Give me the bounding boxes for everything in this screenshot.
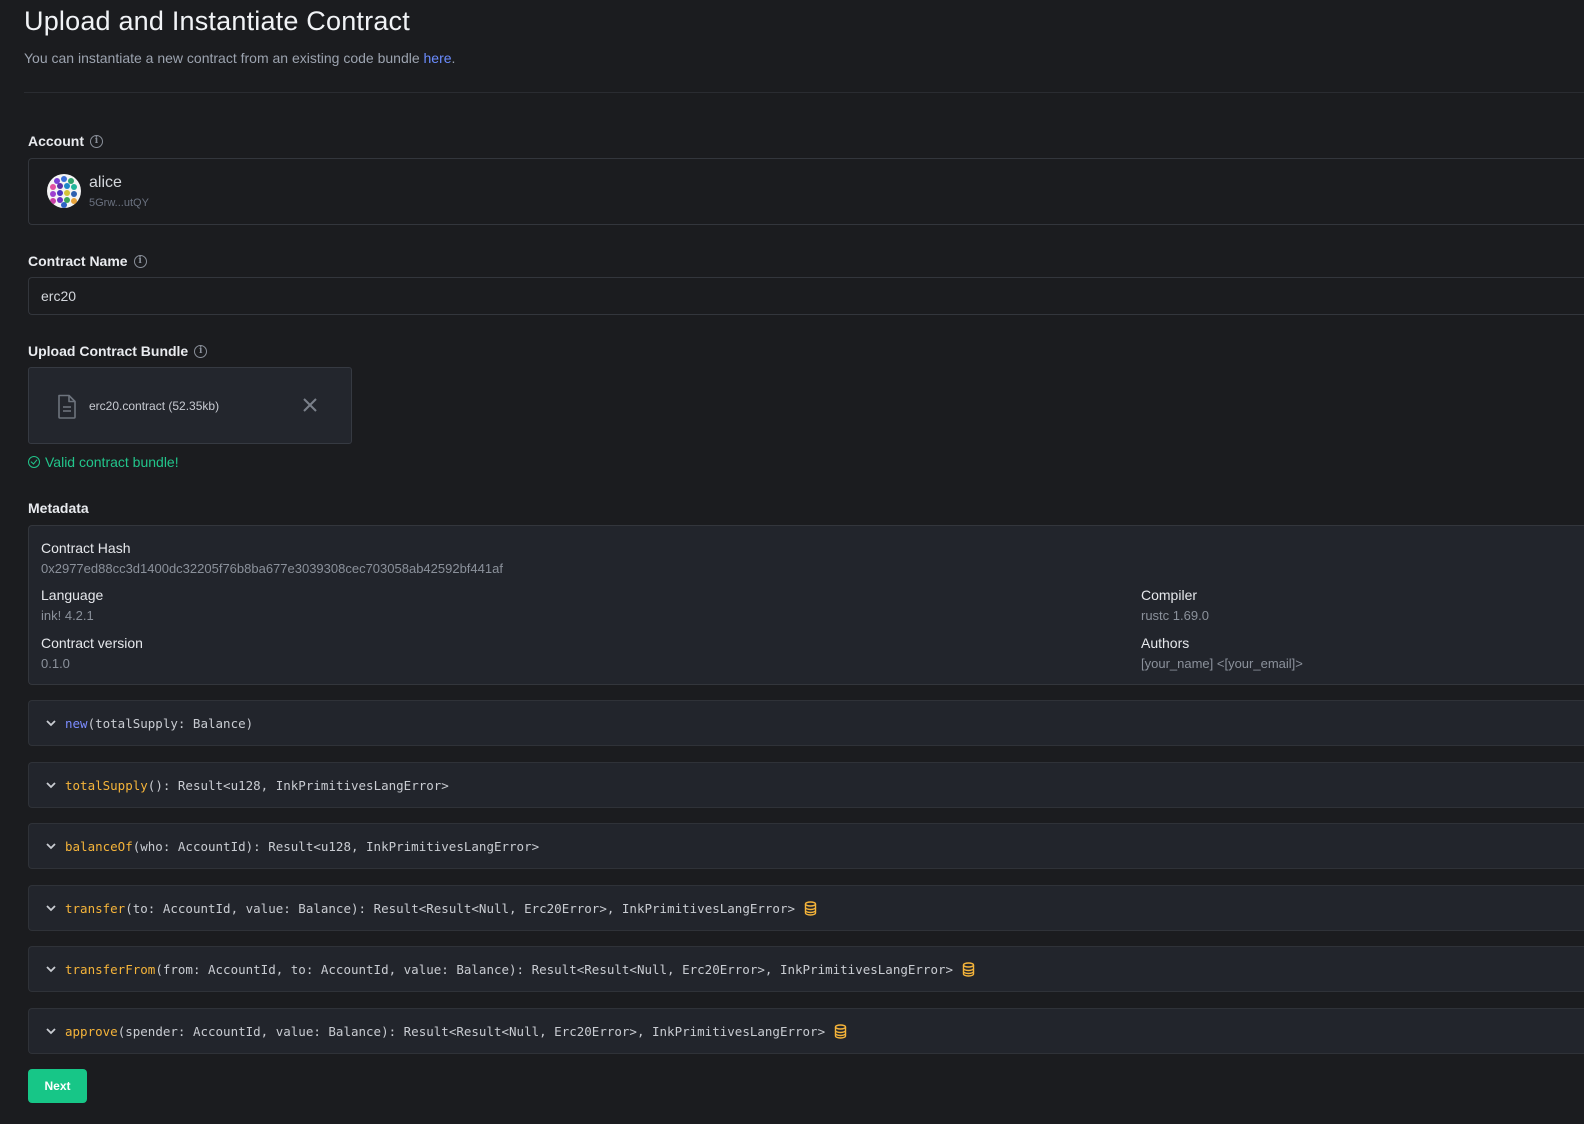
message-args: (spender: AccountId, value: Balance): Re… xyxy=(117,1023,826,1039)
check-circle-icon xyxy=(28,456,40,468)
metadata-label: Metadata xyxy=(28,500,89,516)
authors-item: Authors [your_name] <[your_email]> xyxy=(1141,635,1303,671)
message-row-balanceof[interactable]: balanceOf (who: AccountId): Result<u128, … xyxy=(28,823,1584,869)
validation-message: Valid contract bundle! xyxy=(28,454,179,470)
contract-hash-key: Contract Hash xyxy=(41,540,131,556)
info-icon[interactable]: i xyxy=(194,344,208,358)
account-label-text: Account xyxy=(28,133,84,149)
message-args: (to: AccountId, value: Balance): Result<… xyxy=(125,900,796,916)
message-args: (who: AccountId): Result<u128, InkPrimit… xyxy=(132,838,540,854)
file-name: erc20.contract (52.35kb) xyxy=(89,399,220,413)
chevron-down-icon xyxy=(46,1028,56,1035)
version-key: Contract version xyxy=(41,635,143,651)
message-row-transfer[interactable]: transfer (to: AccountId, value: Balance):… xyxy=(28,885,1584,931)
subtitle-end: . xyxy=(451,50,456,66)
authors-value: [your_name] <[your_email]> xyxy=(1141,656,1303,671)
language-item: Language ink! 4.2.1 xyxy=(41,587,103,623)
contract-name-label: Contract Name i xyxy=(28,253,147,269)
compiler-value: rustc 1.69.0 xyxy=(1141,608,1209,623)
account-address: 5Grw...utQY xyxy=(89,197,149,209)
upload-bundle-label-text: Upload Contract Bundle xyxy=(28,343,189,359)
message-name: totalSupply xyxy=(65,777,148,793)
message-args: (totalSupply: Balance) xyxy=(87,715,254,731)
page-subtitle: You can instantiate a new contract from … xyxy=(24,50,455,66)
compiler-key: Compiler xyxy=(1141,587,1198,603)
header-divider xyxy=(24,92,1584,93)
page-title: Upload and Instantiate Contract xyxy=(24,6,410,36)
account-select[interactable]: alice 5Grw...utQY xyxy=(28,158,1584,225)
message-signature: approve (spender: AccountId, value: Balan… xyxy=(65,1024,847,1039)
version-value: 0.1.0 xyxy=(41,656,70,671)
contract-hash-value: 0x2977ed88cc3d1400dc32205f76b8ba677e3039… xyxy=(41,561,503,576)
message-signature: transfer (to: AccountId, value: Balance):… xyxy=(65,901,817,916)
contract-name-label-text: Contract Name xyxy=(28,253,128,269)
message-name: transfer xyxy=(65,900,126,916)
message-name: transferFrom xyxy=(65,961,156,977)
validation-text: Valid contract bundle! xyxy=(45,454,179,470)
chevron-down-icon xyxy=(46,966,56,973)
chevron-down-icon xyxy=(46,905,56,912)
authors-key: Authors xyxy=(1141,635,1190,651)
compiler-item: Compiler rustc 1.69.0 xyxy=(1141,587,1209,623)
database-icon xyxy=(804,900,817,916)
message-name: new xyxy=(65,715,88,731)
contract-name-input[interactable]: erc20 xyxy=(28,277,1584,315)
message-signature: balanceOf (who: AccountId): Result<u128, … xyxy=(65,839,539,854)
upload-bundle-label: Upload Contract Bundle i xyxy=(28,343,208,359)
message-signature: totalSupply (): Result<u128, InkPrimitive… xyxy=(65,778,449,793)
message-signature: new (totalSupply: Balance) xyxy=(65,716,253,731)
chevron-down-icon xyxy=(46,720,56,727)
avatar xyxy=(47,174,81,208)
database-icon xyxy=(962,961,975,977)
message-row-totalsupply[interactable]: totalSupply (): Result<u128, InkPrimitive… xyxy=(28,762,1584,808)
close-icon[interactable] xyxy=(301,396,319,414)
existing-code-link[interactable]: here xyxy=(424,50,452,66)
message-name: approve xyxy=(65,1023,118,1039)
language-value: ink! 4.2.1 xyxy=(41,608,94,623)
info-icon[interactable]: i xyxy=(133,254,147,268)
subtitle-text: You can instantiate a new contract from … xyxy=(24,50,424,66)
message-row-approve[interactable]: approve (spender: AccountId, value: Balan… xyxy=(28,1008,1584,1054)
upload-instantiate-page: Upload and Instantiate Contract You can … xyxy=(0,0,1584,1124)
message-name: balanceOf xyxy=(65,838,133,854)
message-row-transferfrom[interactable]: transferFrom (from: AccountId, to: Accoun… xyxy=(28,946,1584,992)
file-icon xyxy=(58,394,76,419)
file-dropzone[interactable]: erc20.contract (52.35kb) xyxy=(28,367,352,444)
message-args: (): Result<u128, InkPrimitivesLangError> xyxy=(147,777,449,793)
language-key: Language xyxy=(41,587,104,603)
contract-hash-item: Contract Hash 0x2977ed88cc3d1400dc32205f… xyxy=(41,540,503,576)
next-button[interactable]: Next xyxy=(28,1069,87,1103)
info-icon[interactable]: i xyxy=(90,134,103,148)
chevron-down-icon xyxy=(46,782,56,789)
account-name: alice xyxy=(89,174,122,191)
message-signature: transferFrom (from: AccountId, to: Accoun… xyxy=(65,962,975,977)
version-item: Contract version 0.1.0 xyxy=(41,635,143,671)
chevron-down-icon xyxy=(46,843,56,850)
metadata-panel: Contract Hash 0x2977ed88cc3d1400dc32205f… xyxy=(28,525,1584,685)
message-row-new[interactable]: new (totalSupply: Balance) xyxy=(28,700,1584,746)
account-label: Account i xyxy=(28,133,103,149)
database-icon xyxy=(834,1023,847,1039)
message-args: (from: AccountId, to: AccountId, value: … xyxy=(155,961,954,977)
